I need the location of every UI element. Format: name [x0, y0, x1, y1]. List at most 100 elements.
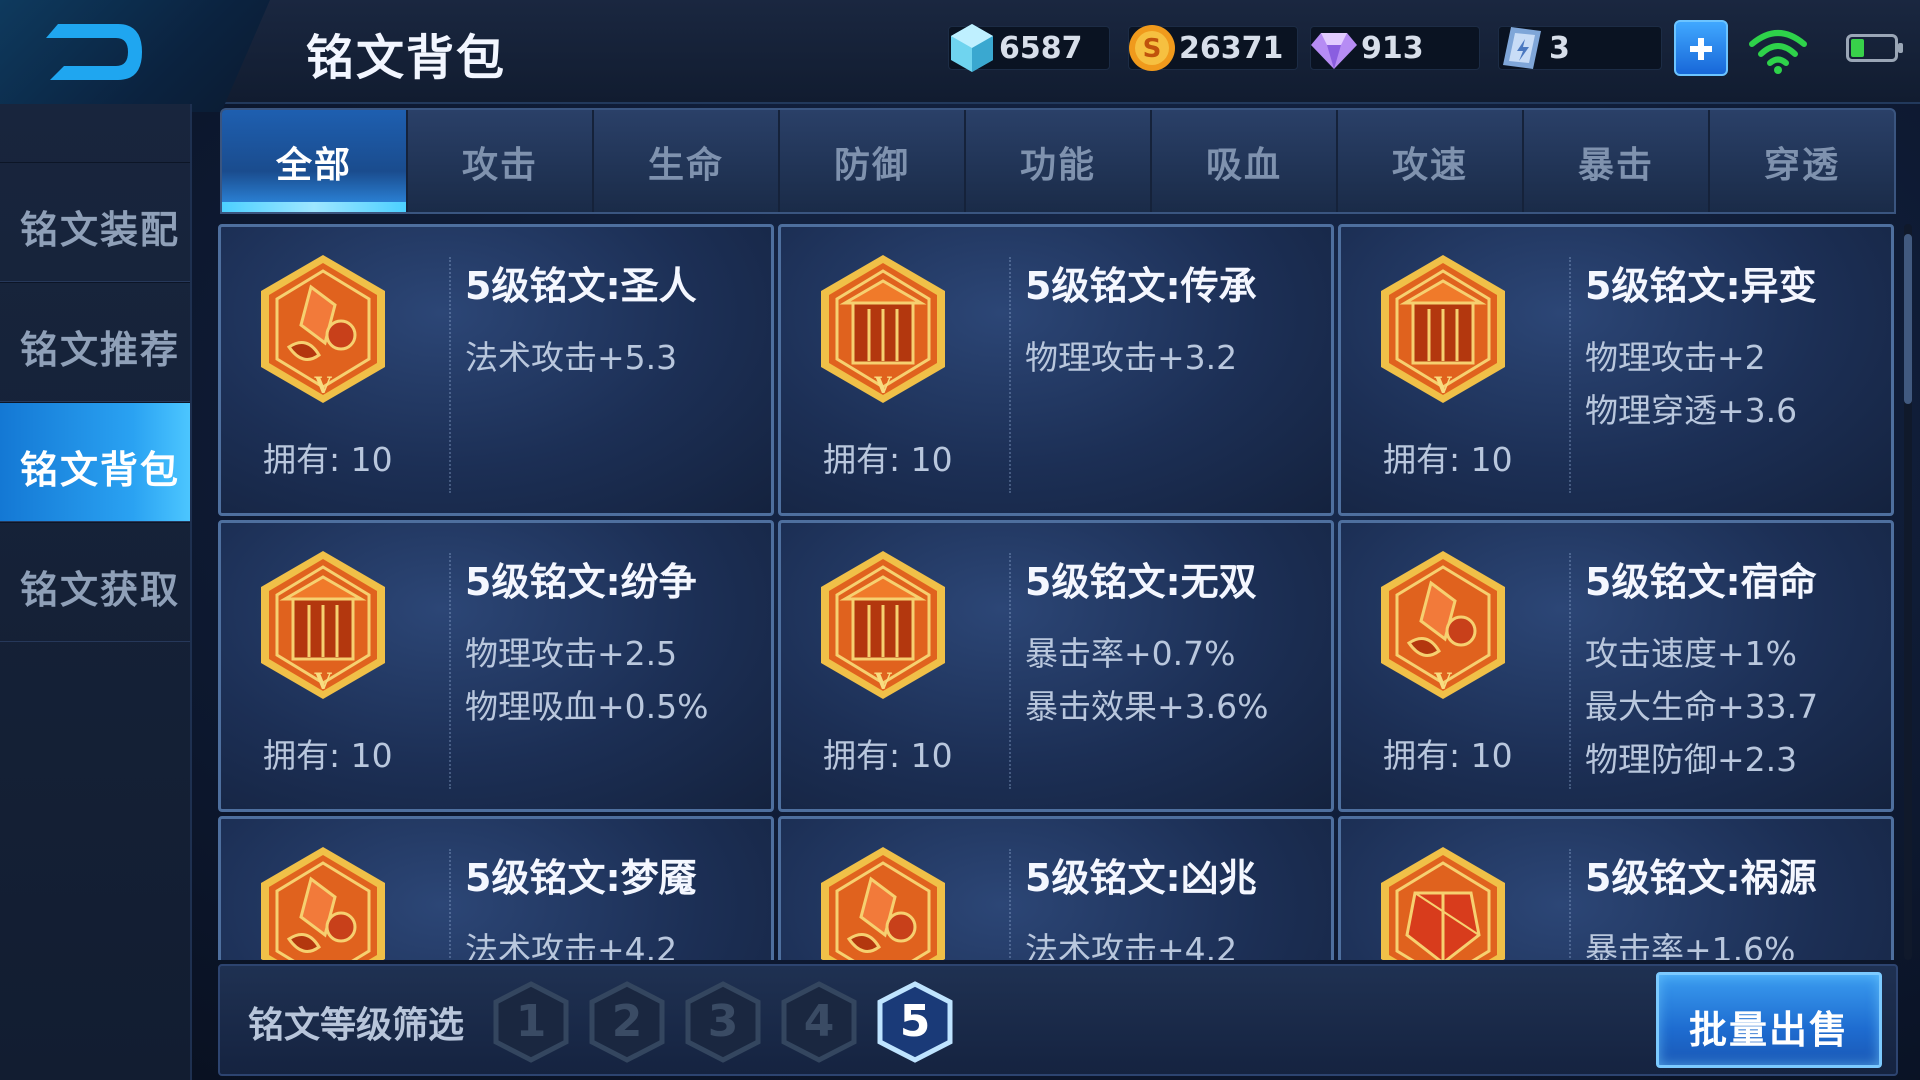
tab-6[interactable]: 攻速	[1338, 110, 1524, 212]
back-button[interactable]	[0, 0, 270, 112]
level-filter-2[interactable]: 2	[586, 980, 668, 1064]
top-bar: 铭文背包 6587 S 26371 913 3	[0, 0, 1920, 112]
tab-5[interactable]: 吸血	[1152, 110, 1338, 212]
gate-emblem-icon: V	[1381, 255, 1505, 403]
back-arrow-icon	[46, 24, 142, 80]
level-filter-1[interactable]: 1	[490, 980, 572, 1064]
stat-line: 暴击率+1.6%	[1585, 930, 1796, 960]
inscription-stats: 法术攻击+5.3	[465, 331, 677, 384]
svg-text:V: V	[313, 669, 332, 695]
shard-emblem-icon: V	[1381, 847, 1505, 960]
stat-line: 物理防御+2.3	[1585, 740, 1798, 779]
tab-4[interactable]: 功能	[966, 110, 1152, 212]
level-number: 4	[803, 996, 835, 1047]
sidebar-item-obtain[interactable]: 铭文获取	[0, 522, 190, 642]
inscription-name: 5级铭文:宿命	[1585, 560, 1817, 604]
stat-line: 物理攻击+3.2	[1025, 338, 1238, 377]
wifi-icon	[1749, 30, 1807, 74]
stat-line: 法术攻击+5.3	[465, 338, 678, 377]
level-filter-label: 铭文等级筛选	[248, 1005, 465, 1046]
scrollbar-thumb[interactable]	[1904, 234, 1912, 404]
tab-label: 功能	[1019, 145, 1096, 186]
gold-amount: 26371	[1179, 31, 1284, 66]
inscription-card[interactable]: V 5级铭文:纷争物理攻击+2.5 物理吸血+0.5% 拥有: 10	[218, 520, 774, 812]
inscription-name: 5级铭文:梦魇	[465, 856, 697, 900]
sidebar-item-label: 铭文背包	[20, 448, 181, 492]
inscription-stats: 法术攻击+4.2	[1025, 923, 1237, 960]
crystal-emblem-icon: V	[821, 847, 945, 960]
owned-count: 拥有: 10	[263, 736, 393, 775]
card-divider	[1569, 849, 1571, 960]
level-filter-5[interactable]: 5	[874, 980, 956, 1064]
level-filter-4[interactable]: 4	[778, 980, 860, 1064]
level-filter-3[interactable]: 3	[682, 980, 764, 1064]
ticket-card-icon	[1503, 27, 1541, 69]
inscription-grid: V 5级铭文:圣人法术攻击+5.3 拥有: 10 V 5级铭文:传承 物理攻击+3.2 拥有…	[218, 224, 1898, 960]
diamond-currency: 913	[1310, 26, 1480, 70]
sidebar-item-equip[interactable]: 铭文装配	[0, 162, 190, 282]
svg-text:V: V	[873, 669, 892, 695]
inscription-name: 5级铭文:圣人	[465, 264, 697, 308]
inscription-card[interactable]: V 5级铭文:祸源暴击率+1.6%	[1338, 816, 1894, 960]
blue-crystal-icon	[951, 24, 993, 72]
inscription-card[interactable]: V 5级铭文:凶兆法术攻击+4.2	[778, 816, 1334, 960]
owned-count: 拥有: 10	[823, 736, 953, 775]
owned-count: 拥有: 10	[263, 440, 393, 479]
owned-count: 拥有: 10	[1383, 736, 1513, 775]
svg-text:V: V	[313, 373, 332, 399]
inscription-card[interactable]: V 5级铭文:宿命 攻击速度+1% 最大生命+33.7 物理防御+2.3 拥有: 10	[1338, 520, 1894, 812]
inscription-card[interactable]: V 5级铭文:传承 物理攻击+3.2 拥有: 10	[778, 224, 1334, 516]
inscription-card[interactable]: V 5级铭文:异变 物理攻击+2 物理穿透+3.6 拥有: 10	[1338, 224, 1894, 516]
inscription-stats: 物理攻击+3.2	[1025, 331, 1237, 384]
tab-label: 暴击	[1577, 145, 1654, 186]
sidebar-item-backpack[interactable]: 铭文背包	[0, 402, 190, 522]
svg-text:V: V	[1433, 373, 1452, 399]
battery-icon	[1846, 34, 1903, 62]
grid-scrollbar[interactable]	[1904, 224, 1912, 960]
stat-line: 攻击速度+1%	[1585, 634, 1798, 673]
inscription-card[interactable]: V 5级铭文:无双 暴击率+0.7% 暴击效果+3.6% 拥有: 10	[778, 520, 1334, 812]
bulk-sell-label: 批量出售	[1688, 1008, 1849, 1052]
crystal-currency: 6587	[948, 24, 1110, 72]
sidebar: 铭文装配 铭文推荐 铭文背包 铭文获取	[0, 104, 192, 1080]
inscription-card[interactable]: V 5级铭文:梦魇法术攻击+4.2	[218, 816, 774, 960]
tab-8[interactable]: 穿透	[1710, 110, 1894, 212]
tab-label: 生命	[647, 145, 724, 186]
inscription-stats: 攻击速度+1% 最大生命+33.7 物理防御+2.3	[1585, 627, 1818, 786]
stat-line: 物理吸血+0.5%	[465, 687, 709, 726]
category-tabs: 全部 攻击 生命 防御 功能 吸血 攻速 暴击 穿透	[220, 108, 1896, 214]
card-divider	[449, 849, 451, 960]
recharge-plus-button[interactable]	[1674, 20, 1728, 76]
sidebar-item-label: 铭文推荐	[20, 328, 181, 372]
inscription-stats: 暴击率+0.7% 暴击效果+3.6%	[1025, 627, 1269, 733]
stat-line: 法术攻击+4.2	[1025, 930, 1238, 960]
purple-diamond-icon	[1311, 33, 1357, 69]
card-divider	[1569, 257, 1571, 493]
crystal-emblem-icon: V	[261, 255, 385, 403]
inscription-stats: 暴击率+1.6%	[1585, 923, 1796, 960]
stat-line: 物理攻击+2.5	[465, 634, 678, 673]
tab-7[interactable]: 暴击	[1524, 110, 1710, 212]
inscription-name: 5级铭文:纷争	[465, 560, 697, 604]
stat-line: 物理穿透+3.6	[1585, 391, 1798, 430]
tab-3[interactable]: 防御	[780, 110, 966, 212]
sidebar-item-recommend[interactable]: 铭文推荐	[0, 282, 190, 402]
battery-level	[1851, 39, 1864, 57]
stat-line: 最大生命+33.7	[1585, 687, 1819, 726]
tab-2[interactable]: 生命	[594, 110, 780, 212]
card-divider	[1569, 553, 1571, 789]
inscription-name: 5级铭文:祸源	[1585, 856, 1817, 900]
level-filter-bar: 铭文等级筛选 1 2 3 4 5 批量出售	[218, 964, 1898, 1076]
tab-1[interactable]: 攻击	[408, 110, 594, 212]
inscription-stats: 物理攻击+2.5 物理吸血+0.5%	[465, 627, 709, 733]
tab-label: 穿透	[1763, 145, 1840, 186]
tab-0[interactable]: 全部	[222, 110, 408, 212]
tab-label: 攻速	[1391, 145, 1468, 186]
bulk-sell-button[interactable]: 批量出售	[1656, 972, 1882, 1068]
crystal-amount: 6587	[999, 31, 1083, 66]
stat-line: 法术攻击+4.2	[465, 930, 678, 960]
card-divider	[449, 553, 451, 789]
ticket-amount: 3	[1549, 31, 1570, 66]
card-divider	[1009, 849, 1011, 960]
inscription-card[interactable]: V 5级铭文:圣人法术攻击+5.3 拥有: 10	[218, 224, 774, 516]
